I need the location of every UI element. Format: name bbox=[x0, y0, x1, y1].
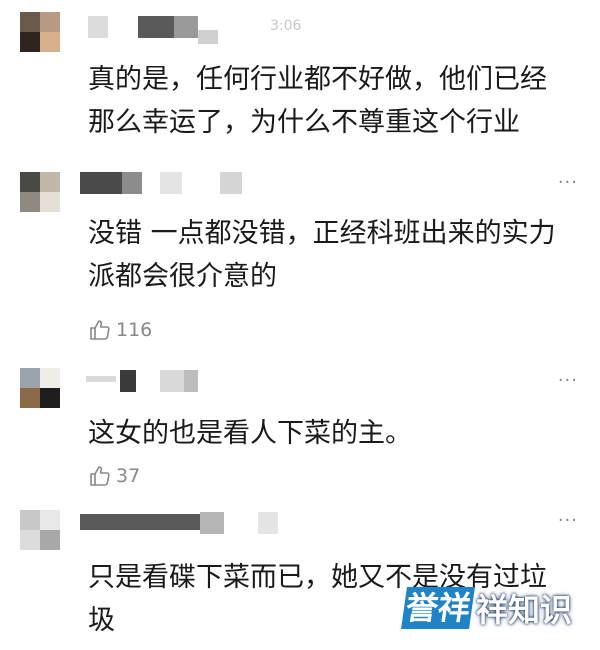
like-button[interactable]: 116 bbox=[88, 318, 152, 342]
comment-text: 没错 一点都没错，正经科班出来的实力 派都会很介意的 bbox=[88, 218, 556, 292]
watermark-box: 誉祥 bbox=[401, 587, 475, 629]
comment-text: 真的是，任何行业都不好做，他们已经 那么幸运了，为什么不尊重这个行业 bbox=[88, 64, 547, 138]
watermark-logo: 誉祥 祥知识 bbox=[401, 586, 573, 630]
avatar[interactable] bbox=[20, 172, 60, 212]
avatar[interactable] bbox=[20, 510, 60, 550]
comment-timestamp: 3:06 bbox=[270, 18, 302, 34]
username-blurred[interactable] bbox=[88, 16, 288, 44]
like-count: 116 bbox=[116, 319, 153, 341]
like-count: 37 bbox=[116, 465, 141, 487]
more-options-icon[interactable]: ··· bbox=[558, 510, 578, 531]
more-options-icon[interactable]: ··· bbox=[558, 172, 578, 193]
thumbs-up-icon bbox=[88, 464, 112, 488]
thumbs-up-icon bbox=[88, 318, 112, 342]
more-options-icon[interactable]: ··· bbox=[558, 370, 578, 391]
like-button[interactable]: 37 bbox=[88, 464, 140, 488]
avatar[interactable] bbox=[20, 12, 60, 52]
username-blurred[interactable] bbox=[86, 370, 206, 392]
username-blurred[interactable] bbox=[80, 172, 250, 194]
username-blurred[interactable] bbox=[80, 512, 300, 534]
avatar[interactable] bbox=[20, 368, 60, 408]
comment-text: 这女的也是看人下菜的主。 bbox=[88, 418, 412, 449]
watermark-text: 祥知识 bbox=[476, 591, 573, 629]
